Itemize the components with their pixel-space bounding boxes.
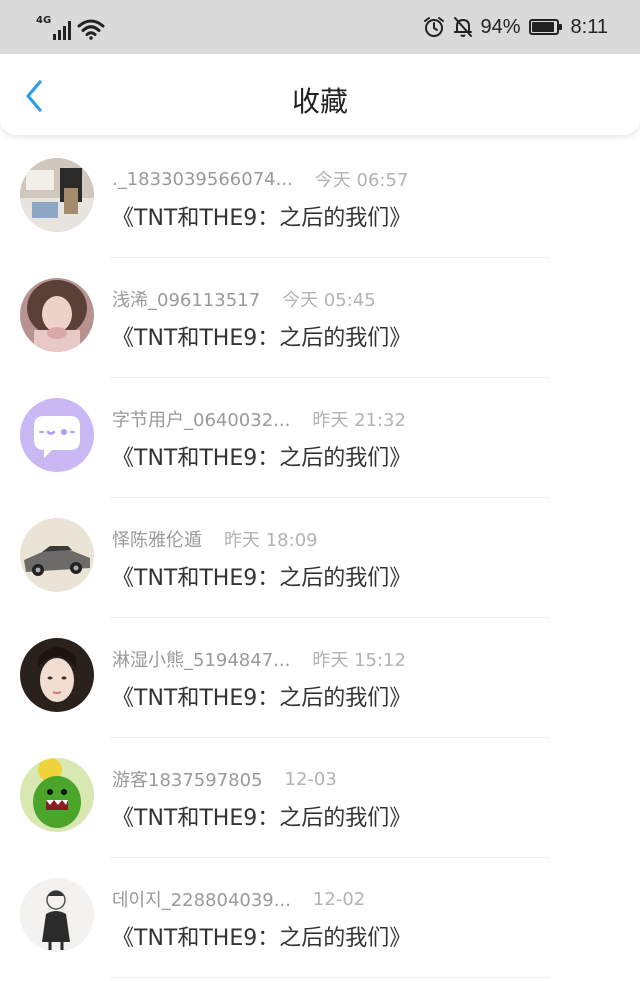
list-item[interactable]: 데이지_228804039... 12-02 《TNT和THE9：之后的我们》 <box>0 858 640 978</box>
list-item[interactable]: 游客1837597805 12-03 《TNT和THE9：之后的我们》 <box>0 738 640 858</box>
work-title[interactable]: 《TNT和THE9：之后的我们》 <box>112 200 411 232</box>
timestamp: 今天 05:45 <box>282 290 376 311</box>
list-item[interactable]: ._1833039566074... 今天 06:57 《TNT和THE9：之后… <box>0 138 640 258</box>
page-title: 收藏 <box>291 85 348 118</box>
divider <box>110 977 550 978</box>
timestamp: 昨天 21:32 <box>312 410 406 431</box>
work-title[interactable]: 《TNT和THE9：之后的我们》 <box>112 440 411 472</box>
timestamp: 12-02 <box>312 888 366 910</box>
clock: 8:11 <box>570 15 608 38</box>
user-avatar[interactable] <box>20 878 94 952</box>
username[interactable]: 浅浠_096113517 <box>112 286 260 312</box>
list-item[interactable]: 淋湿小熊_5194847... 昨天 15:12 《TNT和THE9：之后的我们… <box>0 618 640 738</box>
timestamp: 昨天 18:09 <box>224 530 318 551</box>
username[interactable]: ._1833039566074... <box>112 169 293 190</box>
network-type: 4G <box>36 15 52 26</box>
status-bar: 4G 94% 8:11 <box>0 0 640 54</box>
alarm-icon <box>423 17 444 37</box>
bell-off-icon <box>453 17 472 37</box>
timestamp: 12-03 <box>284 768 337 790</box>
user-avatar[interactable] <box>20 398 94 472</box>
timestamp: 昨天 15:12 <box>312 650 406 671</box>
list-item[interactable]: 字节用户_0640032... 昨天 21:32 《TNT和THE9：之后的我们… <box>0 378 640 498</box>
signal-icon <box>53 20 72 40</box>
battery-icon <box>528 19 562 35</box>
work-title[interactable]: 《TNT和THE9：之后的我们》 <box>112 320 411 352</box>
work-title[interactable]: 《TNT和THE9：之后的我们》 <box>112 680 411 712</box>
work-title[interactable]: 《TNT和THE9：之后的我们》 <box>112 800 411 832</box>
list-item[interactable]: 怿陈雅伦遁 昨天 18:09 《TNT和THE9：之后的我们》 <box>0 498 640 618</box>
work-title[interactable]: 《TNT和THE9：之后的我们》 <box>112 920 411 952</box>
username[interactable]: 字节用户_0640032... <box>112 406 290 432</box>
user-avatar[interactable] <box>20 638 94 712</box>
battery-percent: 94% <box>480 15 521 38</box>
user-avatar[interactable] <box>20 518 94 592</box>
timestamp: 今天 06:57 <box>314 170 409 191</box>
favorites-list: ._1833039566074... 今天 06:57 《TNT和THE9：之后… <box>0 138 640 978</box>
username[interactable]: 淋湿小熊_5194847... <box>112 646 290 672</box>
header: 收藏 <box>0 54 640 136</box>
work-title[interactable]: 《TNT和THE9：之后的我们》 <box>112 560 411 592</box>
username[interactable]: 怿陈雅伦遁 <box>112 526 202 552</box>
username[interactable]: 데이지_228804039... <box>112 886 291 912</box>
user-avatar[interactable] <box>20 758 94 832</box>
username[interactable]: 游客1837597805 <box>112 766 263 792</box>
wifi-icon <box>77 19 105 40</box>
user-avatar[interactable] <box>20 278 94 352</box>
user-avatar[interactable] <box>20 158 94 232</box>
list-item[interactable]: 浅浠_096113517 今天 05:45 《TNT和THE9：之后的我们》 <box>0 258 640 378</box>
